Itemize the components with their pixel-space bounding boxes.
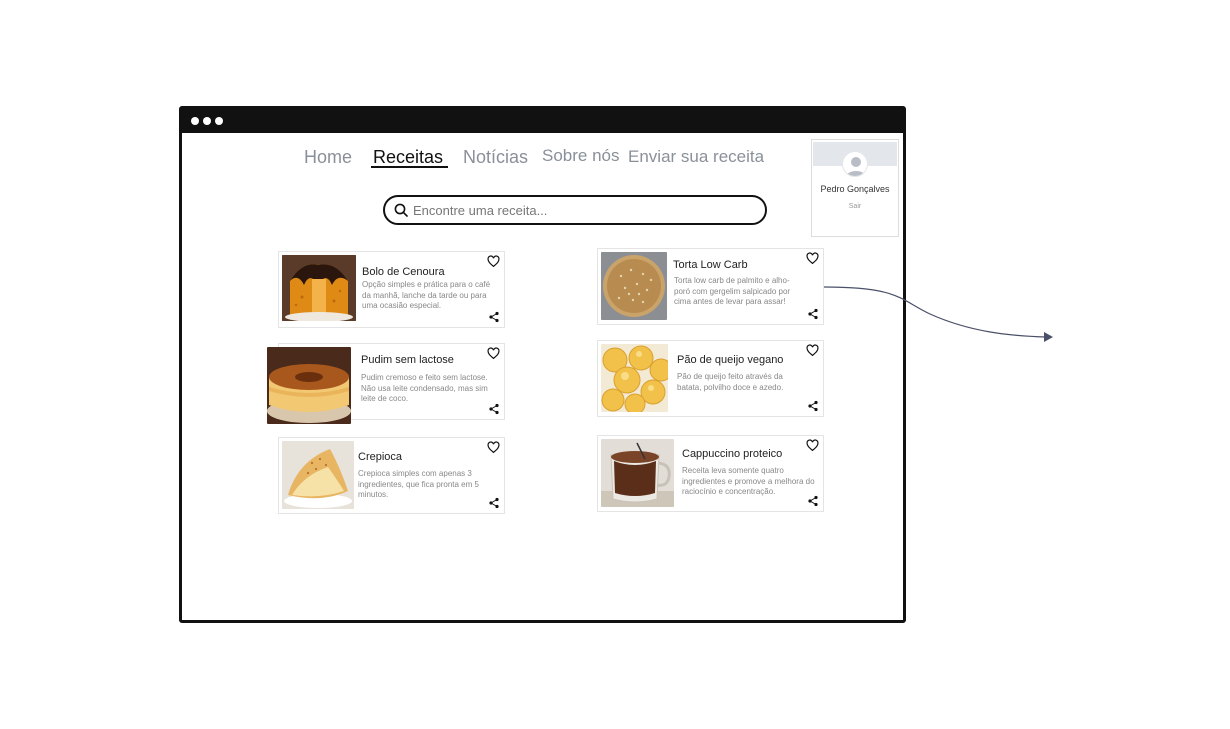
flow-connector-arrow	[823, 286, 1053, 342]
